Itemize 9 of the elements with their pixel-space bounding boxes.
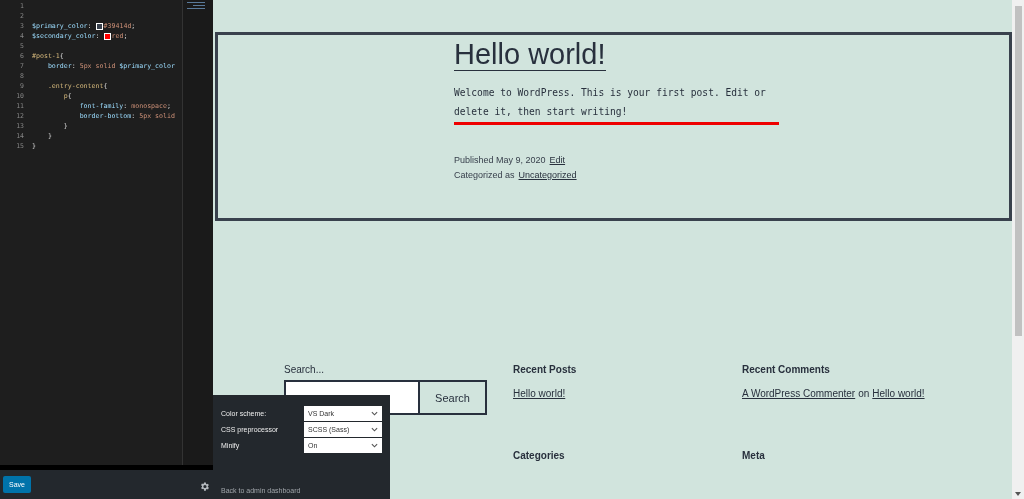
- published-date: Published May 9, 2020: [454, 154, 546, 167]
- widget-title: Categories: [513, 450, 566, 461]
- post-content: Welcome to WordPress. This is your first post. Edit or delete it, then start writing!: [454, 83, 779, 125]
- search-label: Search...: [284, 364, 326, 375]
- widget-title: Recent Comments: [742, 364, 831, 375]
- widget-title: Meta: [742, 450, 766, 461]
- widget-title: Recent Posts: [513, 364, 578, 375]
- category-label: Categorized as: [454, 169, 515, 182]
- on-text: on: [858, 388, 870, 399]
